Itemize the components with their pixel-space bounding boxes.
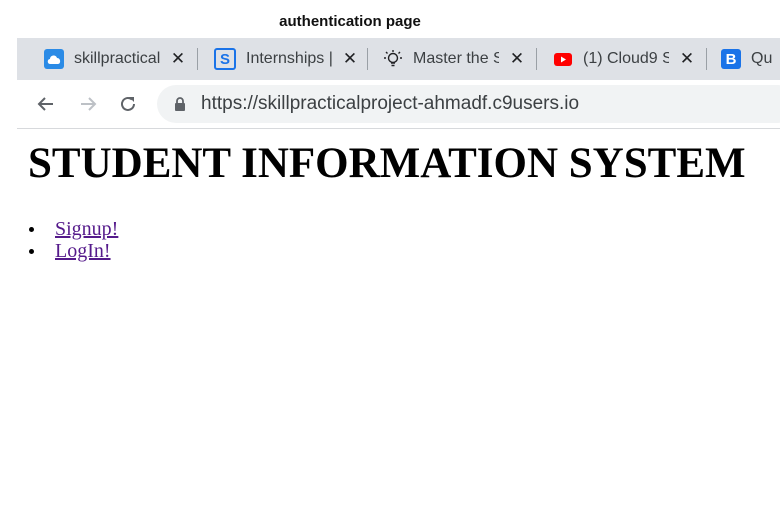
bullet	[29, 249, 34, 254]
login-link[interactable]: LogIn!	[55, 240, 111, 262]
forward-arrow-icon	[81, 97, 97, 111]
back-arrow-icon	[37, 97, 53, 111]
screenshot-caption: authentication page	[279, 13, 421, 30]
tab-title: Master the S	[413, 50, 499, 67]
reload-button[interactable]	[115, 91, 141, 117]
address-bar[interactable]: https://skillpracticalproject-ahmadf.c9u…	[157, 85, 780, 123]
tab-separator	[706, 48, 707, 70]
tab-separator	[536, 48, 537, 70]
reload-icon	[121, 96, 135, 111]
tab-title: Internships |	[246, 50, 332, 67]
tab-master-the[interactable]: Master the S ✕	[383, 38, 525, 80]
tab-skillpractical[interactable]: skillpractical ✕	[44, 38, 186, 80]
tab-title: (1) Cloud9 S	[583, 50, 669, 67]
youtube-icon	[553, 49, 573, 69]
url-text[interactable]: https://skillpracticalproject-ahmadf.c9u…	[201, 93, 579, 115]
lock-icon	[175, 97, 185, 111]
browser-tab-strip: skillpractical ✕ S Internships | ✕ Maste…	[17, 38, 780, 80]
page-content: STUDENT INFORMATION SYSTEM Signup! LogIn…	[17, 129, 780, 531]
page-title: STUDENT INFORMATION SYSTEM	[28, 140, 746, 187]
bullet	[29, 227, 34, 232]
forward-button[interactable]	[75, 91, 101, 117]
back-button[interactable]	[33, 91, 59, 117]
internshala-icon: S	[214, 48, 236, 70]
cloud9-icon	[44, 49, 64, 69]
bootstrap-b-icon: B	[721, 49, 741, 69]
tab-cloud9-youtube[interactable]: (1) Cloud9 S ✕	[553, 38, 695, 80]
tab-separator	[197, 48, 198, 70]
close-tab-icon[interactable]: ✕	[342, 49, 358, 69]
tab-title: Qu	[751, 50, 773, 67]
tab-separator	[367, 48, 368, 70]
browser-toolbar: https://skillpracticalproject-ahmadf.c9u…	[17, 80, 780, 129]
close-tab-icon[interactable]: ✕	[170, 49, 186, 69]
close-tab-icon[interactable]: ✕	[509, 49, 525, 69]
tab-internships[interactable]: S Internships | ✕	[214, 38, 358, 80]
lightbulb-icon	[383, 49, 403, 69]
tab-title: skillpractical	[74, 50, 160, 67]
tab-qu[interactable]: B Qu	[721, 38, 772, 80]
close-tab-icon[interactable]: ✕	[679, 49, 695, 69]
signup-link[interactable]: Signup!	[55, 218, 118, 240]
